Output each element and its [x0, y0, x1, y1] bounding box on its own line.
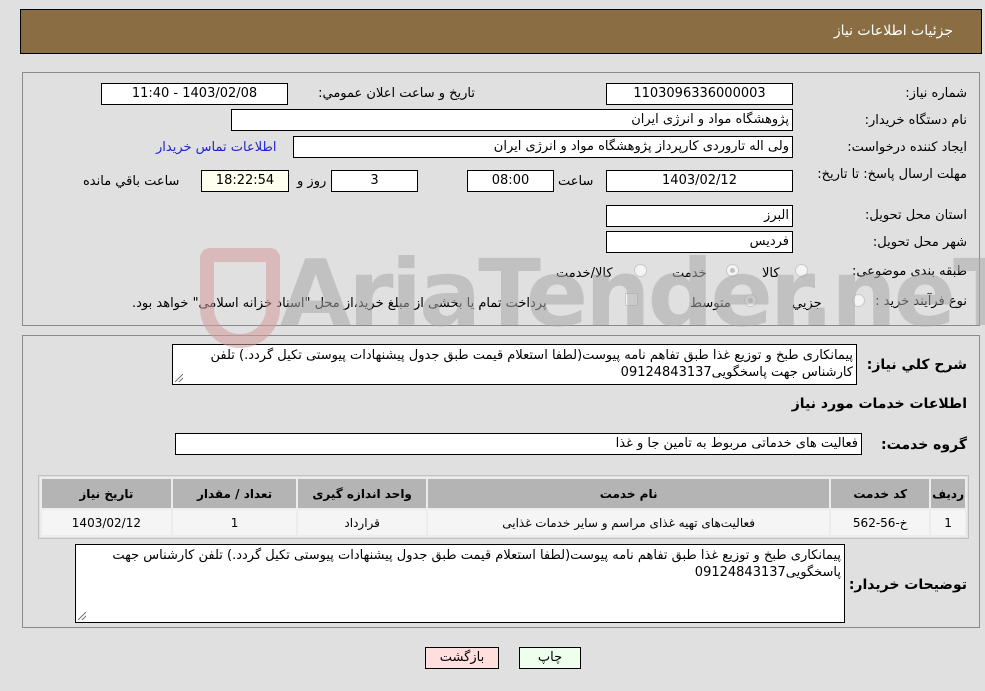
- cell-quantity: 1: [170, 508, 299, 537]
- resize-grip-icon[interactable]: [175, 374, 183, 382]
- buyer-notes-label: توضيحات خريدار:: [848, 577, 967, 593]
- services-section-title: اطلاعات خدمات مورد نياز: [791, 396, 967, 412]
- city-field: فردیس: [606, 231, 793, 253]
- col-unit: واحد اندازه گیری: [296, 477, 428, 510]
- table-header-row: رديف کد خدمت نام خدمت واحد اندازه گیری ت…: [40, 477, 967, 510]
- buyer-notes-text: پیمانکاری طبخ و توزیع غذا طبق تفاهم نامه…: [112, 548, 841, 580]
- services-table: رديف کد خدمت نام خدمت واحد اندازه گیری ت…: [40, 477, 967, 537]
- category-label: طبقه بندی موضوعی:: [851, 264, 967, 279]
- cell-unit: قرارداد: [296, 508, 428, 537]
- deadline-label: مهلت ارسال پاسخ: تا تاریخ:: [817, 167, 967, 182]
- service-group-field: فعالیت های خدماتی مربوط به تامین جا و غذ…: [175, 433, 862, 455]
- col-need-date: تاريخ نياز: [40, 477, 173, 510]
- back-button[interactable]: بازگشت: [425, 647, 499, 669]
- remaining-time-field: 18:22:54: [201, 170, 289, 192]
- description-text: پیمانکاری طبخ و توزیع غذا طبق تفاهم نامه…: [210, 348, 853, 380]
- process-option-minor: جزيي: [792, 296, 822, 311]
- col-service-code: کد خدمت: [829, 477, 932, 510]
- province-field: البرز: [606, 205, 793, 227]
- cell-service-name: فعالیت‌های تهیه غذای مراسم و سایر خدمات …: [425, 508, 832, 537]
- page-header: جزئیات اطلاعات نیاز: [20, 9, 982, 54]
- cell-row-number: 1: [929, 508, 967, 537]
- process-radio-minor[interactable]: [852, 294, 865, 307]
- city-label: شهر محل تحویل:: [872, 235, 967, 250]
- resize-grip-icon[interactable]: [78, 612, 86, 620]
- buyer-notes-textarea[interactable]: پیمانکاری طبخ و توزیع غذا طبق تفاهم نامه…: [75, 544, 845, 623]
- col-row-number: رديف: [929, 477, 967, 510]
- cell-service-code: خ-56-562: [829, 508, 932, 537]
- buyer-org-field: پژوهشگاه مواد و انرژی ایران: [231, 109, 793, 131]
- description-textarea[interactable]: پیمانکاری طبخ و توزیع غذا طبق تفاهم نامه…: [172, 344, 857, 385]
- need-number-label: شماره نیاز:: [905, 86, 967, 101]
- buyer-contact-link[interactable]: اطلاعات تماس خريدار: [156, 140, 276, 155]
- category-radio-goods-service[interactable]: [634, 264, 647, 277]
- category-option-goods-service: کالا/خدمت: [556, 266, 613, 281]
- service-group-label: گروه خدمت:: [881, 437, 967, 453]
- process-option-medium: متوسط: [690, 296, 731, 311]
- category-radio-goods[interactable]: [795, 264, 808, 277]
- treasury-checkbox[interactable]: [625, 293, 638, 306]
- table-row: 1 خ-56-562 فعالیت‌های تهیه غذای مراسم و …: [40, 508, 967, 537]
- page-title: جزئیات اطلاعات نیاز: [833, 23, 953, 39]
- print-button[interactable]: چاپ: [519, 647, 581, 669]
- province-label: استان محل تحویل:: [865, 208, 967, 223]
- creator-field: ولی اله تاروردی کارپرداز پژوهشگاه مواد و…: [293, 136, 793, 158]
- days-remaining-field: 3: [331, 170, 418, 192]
- buyer-org-label: نام دستگاه خريدار:: [864, 113, 967, 128]
- creator-label: ایجاد کننده درخواست:: [847, 140, 967, 155]
- col-quantity: تعداد / مقدار: [170, 477, 299, 510]
- deadline-time-field: 08:00: [467, 170, 554, 192]
- category-radio-service[interactable]: [726, 264, 739, 277]
- treasury-note: پرداخت تمام یا بخشی از مبلغ خرید،از محل …: [132, 296, 547, 311]
- need-number-field: 1103096336000003: [606, 83, 793, 105]
- cell-need-date: 1403/02/12: [40, 508, 173, 537]
- process-radio-medium[interactable]: [744, 294, 757, 307]
- deadline-date-field: 1403/02/12: [606, 170, 793, 192]
- announce-date-label: تاريخ و ساعت اعلان عمومي:: [318, 86, 475, 101]
- category-option-service: خدمت: [672, 266, 707, 281]
- col-service-name: نام خدمت: [425, 477, 832, 510]
- days-label: روز و: [297, 174, 327, 189]
- announce-date-field: 1403/02/08 - 11:40: [101, 83, 288, 105]
- description-label: شرح کلي نياز:: [866, 357, 967, 373]
- process-type-label: نوع فرآیند خرید :: [875, 294, 967, 309]
- remaining-time-label: ساعت باقي مانده: [83, 174, 180, 189]
- deadline-time-label: ساعت: [558, 174, 594, 189]
- category-option-goods: کالا: [762, 266, 780, 281]
